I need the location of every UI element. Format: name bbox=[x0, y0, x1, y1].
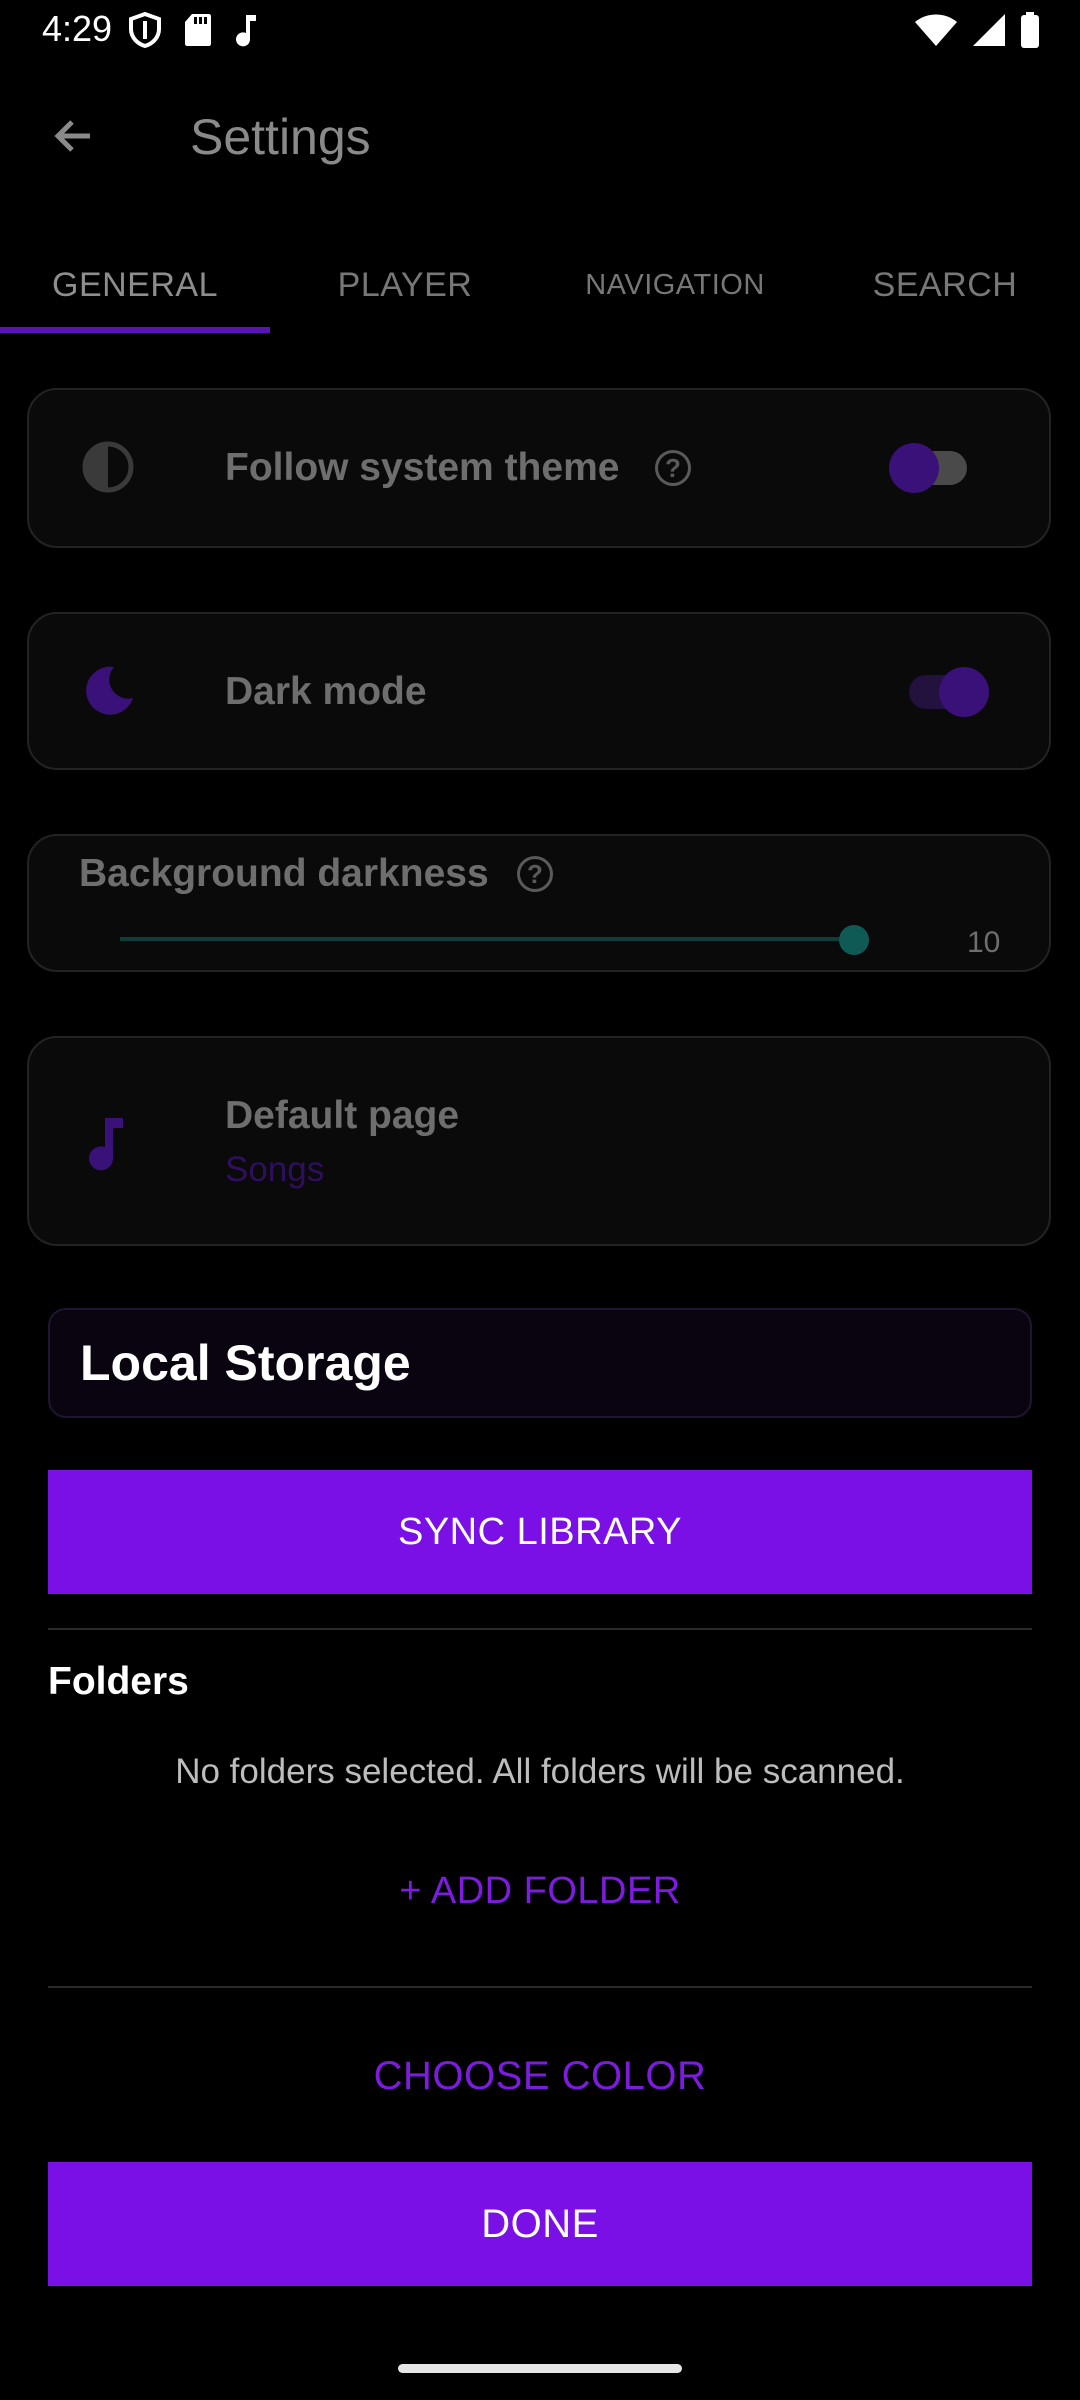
background-darkness-value: 10 bbox=[967, 926, 1001, 959]
music-note-icon bbox=[87, 1116, 127, 1177]
home-indicator[interactable] bbox=[398, 2364, 682, 2373]
default-page-card[interactable]: Default page Songs bbox=[27, 1036, 1051, 1246]
tab-general[interactable]: GENERAL bbox=[0, 235, 270, 335]
status-icons-left bbox=[128, 11, 260, 53]
folders-empty-message: No folders selected. All folders will be… bbox=[175, 1752, 905, 1791]
divider bbox=[48, 1628, 1032, 1630]
dark-mode-label: Dark mode bbox=[225, 670, 427, 713]
battery-icon bbox=[1020, 12, 1040, 53]
background-darkness-slider[interactable] bbox=[120, 937, 855, 941]
status-icons-right bbox=[914, 12, 1040, 53]
cell-signal-icon bbox=[972, 13, 1006, 52]
dark-mode-card[interactable]: Dark mode bbox=[27, 612, 1051, 770]
sync-library-button[interactable]: SYNC LIBRARY bbox=[48, 1470, 1032, 1594]
arrow-back-icon bbox=[50, 112, 98, 165]
local-storage-header: Local Storage bbox=[48, 1308, 1032, 1418]
slider-thumb[interactable] bbox=[839, 925, 869, 955]
back-button[interactable] bbox=[44, 108, 104, 168]
tab-indicator bbox=[0, 327, 270, 333]
tab-player[interactable]: PLAYER bbox=[270, 235, 540, 335]
help-icon[interactable]: ? bbox=[517, 856, 553, 892]
background-darkness-label: Background darkness bbox=[79, 852, 489, 895]
status-time: 4:29 bbox=[42, 8, 113, 49]
follow-system-theme-label: Follow system theme bbox=[225, 446, 620, 489]
follow-system-theme-card[interactable]: Follow system theme ? bbox=[27, 388, 1051, 548]
moon-icon bbox=[84, 664, 136, 721]
add-folder-button[interactable]: + ADD FOLDER bbox=[0, 1870, 1080, 1913]
default-page-value: Songs bbox=[225, 1150, 325, 1189]
tab-navigation[interactable]: NAVIGATION bbox=[540, 235, 810, 335]
default-page-label: Default page bbox=[225, 1094, 460, 1137]
done-button[interactable]: DONE bbox=[48, 2162, 1032, 2286]
shield-icon bbox=[128, 11, 162, 53]
divider bbox=[48, 1986, 1032, 1988]
music-note-icon bbox=[234, 13, 260, 52]
wifi-icon bbox=[914, 13, 958, 52]
switch-thumb bbox=[939, 667, 989, 717]
folders-title: Folders bbox=[48, 1660, 189, 1703]
switch-thumb bbox=[889, 443, 939, 493]
sd-card-icon bbox=[184, 13, 212, 52]
tab-bar: GENERAL PLAYER NAVIGATION SEARCH bbox=[0, 235, 1080, 335]
contrast-icon bbox=[81, 440, 135, 499]
page-title: Settings bbox=[190, 109, 371, 165]
background-darkness-card: Background darkness ? 10 bbox=[27, 834, 1051, 972]
tab-search[interactable]: SEARCH bbox=[810, 235, 1080, 335]
help-icon[interactable]: ? bbox=[655, 450, 691, 486]
choose-color-button[interactable]: CHOOSE COLOR bbox=[0, 2054, 1080, 2099]
